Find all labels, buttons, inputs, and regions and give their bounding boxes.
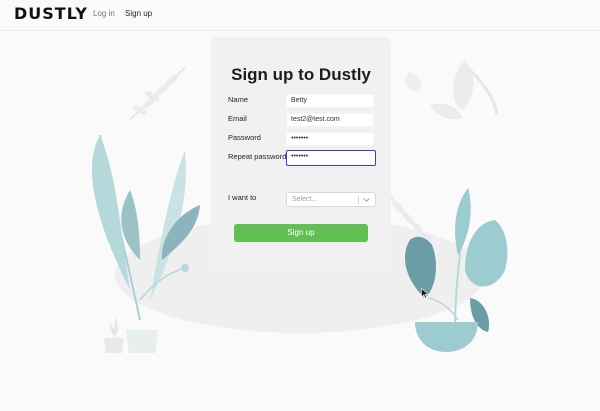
faint-branch-left <box>129 67 186 121</box>
faint-plant-top-right <box>404 60 499 120</box>
repeat-password-label: Repeat password <box>228 152 287 161</box>
page-title: Sign up to Dustly <box>231 65 371 84</box>
right-pot <box>415 322 478 352</box>
login-link[interactable]: Log in <box>93 9 115 18</box>
dustly-logo[interactable]: DUSTLY <box>14 4 88 23</box>
email-label: Email <box>228 114 247 123</box>
password-label: Password <box>228 133 261 142</box>
repeat-password-field[interactable]: ••••••• <box>286 150 376 166</box>
password-field[interactable]: ••••••• <box>286 132 374 146</box>
signup-card: Sign up to Dustly Name Betty Email test2… <box>211 37 391 270</box>
left-pot <box>104 316 158 353</box>
intent-label: I want to <box>228 193 257 202</box>
signup-link[interactable]: Sign up <box>125 9 152 18</box>
chevron-down-icon[interactable] <box>362 195 371 204</box>
mouse-cursor-icon <box>421 288 429 299</box>
name-field[interactable]: Betty <box>286 94 374 108</box>
intent-select[interactable]: Select... <box>286 192 376 207</box>
select-divider <box>358 196 359 204</box>
top-navigation: DUSTLY Log in Sign up <box>0 0 600 31</box>
email-field[interactable]: test2@test.com <box>286 113 374 127</box>
name-label: Name <box>228 95 249 104</box>
select-placeholder: Select... <box>292 196 318 203</box>
signup-button[interactable]: Sign up <box>234 224 368 242</box>
